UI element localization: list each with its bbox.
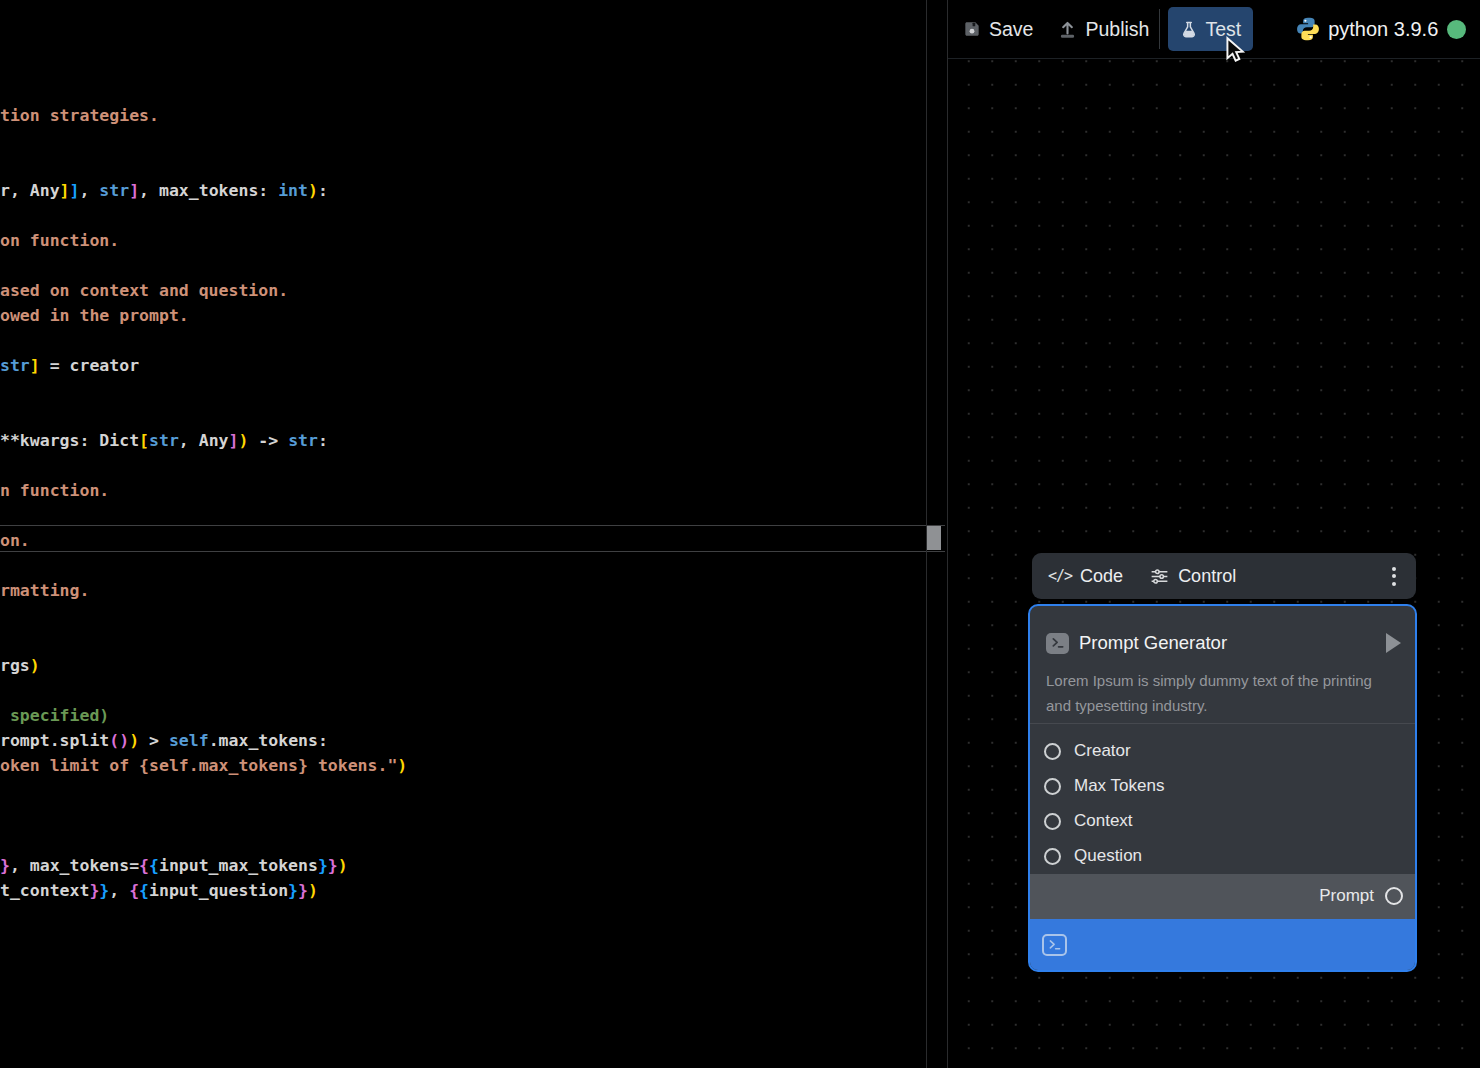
- flask-icon: [1180, 19, 1198, 40]
- status-dot: [1447, 20, 1466, 39]
- tab-code[interactable]: </> Code: [1048, 566, 1123, 587]
- node-card[interactable]: Prompt Generator Lorem Ipsum is simply d…: [1028, 604, 1417, 972]
- node-tab-bar: </> Code Control: [1032, 553, 1416, 599]
- tab-code-label: Code: [1080, 566, 1123, 587]
- node-title: Prompt Generator: [1079, 632, 1227, 654]
- input-option-context[interactable]: Context: [1044, 804, 1415, 839]
- radio-circle[interactable]: [1044, 778, 1061, 795]
- toolbar-divider: [1159, 9, 1160, 49]
- save-button[interactable]: Save: [962, 18, 1033, 41]
- editor-scrollbar-thumb[interactable]: [927, 526, 941, 550]
- input-option-question[interactable]: Question: [1044, 839, 1415, 874]
- output-port[interactable]: [1385, 887, 1403, 905]
- input-option-creator[interactable]: Creator: [1044, 734, 1415, 769]
- toolbar: Save Publish Test python 3.9.6: [948, 0, 1480, 59]
- node-header: Prompt Generator Lorem Ipsum is simply d…: [1030, 606, 1415, 723]
- terminal-outline-icon: [1042, 934, 1067, 956]
- terminal-icon: [1046, 633, 1069, 654]
- run-node-button[interactable]: [1386, 633, 1401, 653]
- input-option-label: Max Tokens: [1074, 776, 1164, 796]
- floppy-disk-icon: [962, 19, 982, 39]
- runtime-label: python 3.9.6: [1328, 18, 1438, 41]
- publish-label: Publish: [1085, 18, 1149, 41]
- radio-circle[interactable]: [1044, 813, 1061, 830]
- upload-icon: [1057, 19, 1078, 40]
- output-label: Prompt: [1319, 886, 1374, 906]
- code-editor[interactable]: tion strategies. r, Any]], str], max_tok…: [0, 0, 926, 1068]
- radio-circle[interactable]: [1044, 743, 1061, 760]
- input-option-label: Creator: [1074, 741, 1131, 761]
- node-menu-button[interactable]: [1388, 563, 1400, 590]
- radio-circle[interactable]: [1044, 848, 1061, 865]
- tab-control[interactable]: Control: [1149, 566, 1236, 587]
- code-brackets-icon: </>: [1048, 567, 1072, 585]
- mouse-cursor: [1222, 36, 1248, 62]
- input-option-label: Question: [1074, 846, 1142, 866]
- input-option-max-tokens[interactable]: Max Tokens: [1044, 769, 1415, 804]
- sliders-icon: [1149, 566, 1170, 587]
- node-output-row: Prompt: [1030, 874, 1415, 919]
- python-logo-icon: [1295, 16, 1321, 42]
- node-description: Lorem Ipsum is simply dummy text of the …: [1046, 669, 1396, 718]
- code-lines: tion strategies. r, Any]], str], max_tok…: [0, 3, 407, 903]
- save-label: Save: [989, 18, 1033, 41]
- node-input-list: Creator Max Tokens Context Question: [1030, 724, 1415, 874]
- node-footer: [1030, 919, 1415, 970]
- runtime-indicator: python 3.9.6: [1295, 16, 1438, 42]
- input-option-label: Context: [1074, 811, 1133, 831]
- tab-control-label: Control: [1178, 566, 1236, 587]
- publish-button[interactable]: Publish: [1057, 18, 1149, 41]
